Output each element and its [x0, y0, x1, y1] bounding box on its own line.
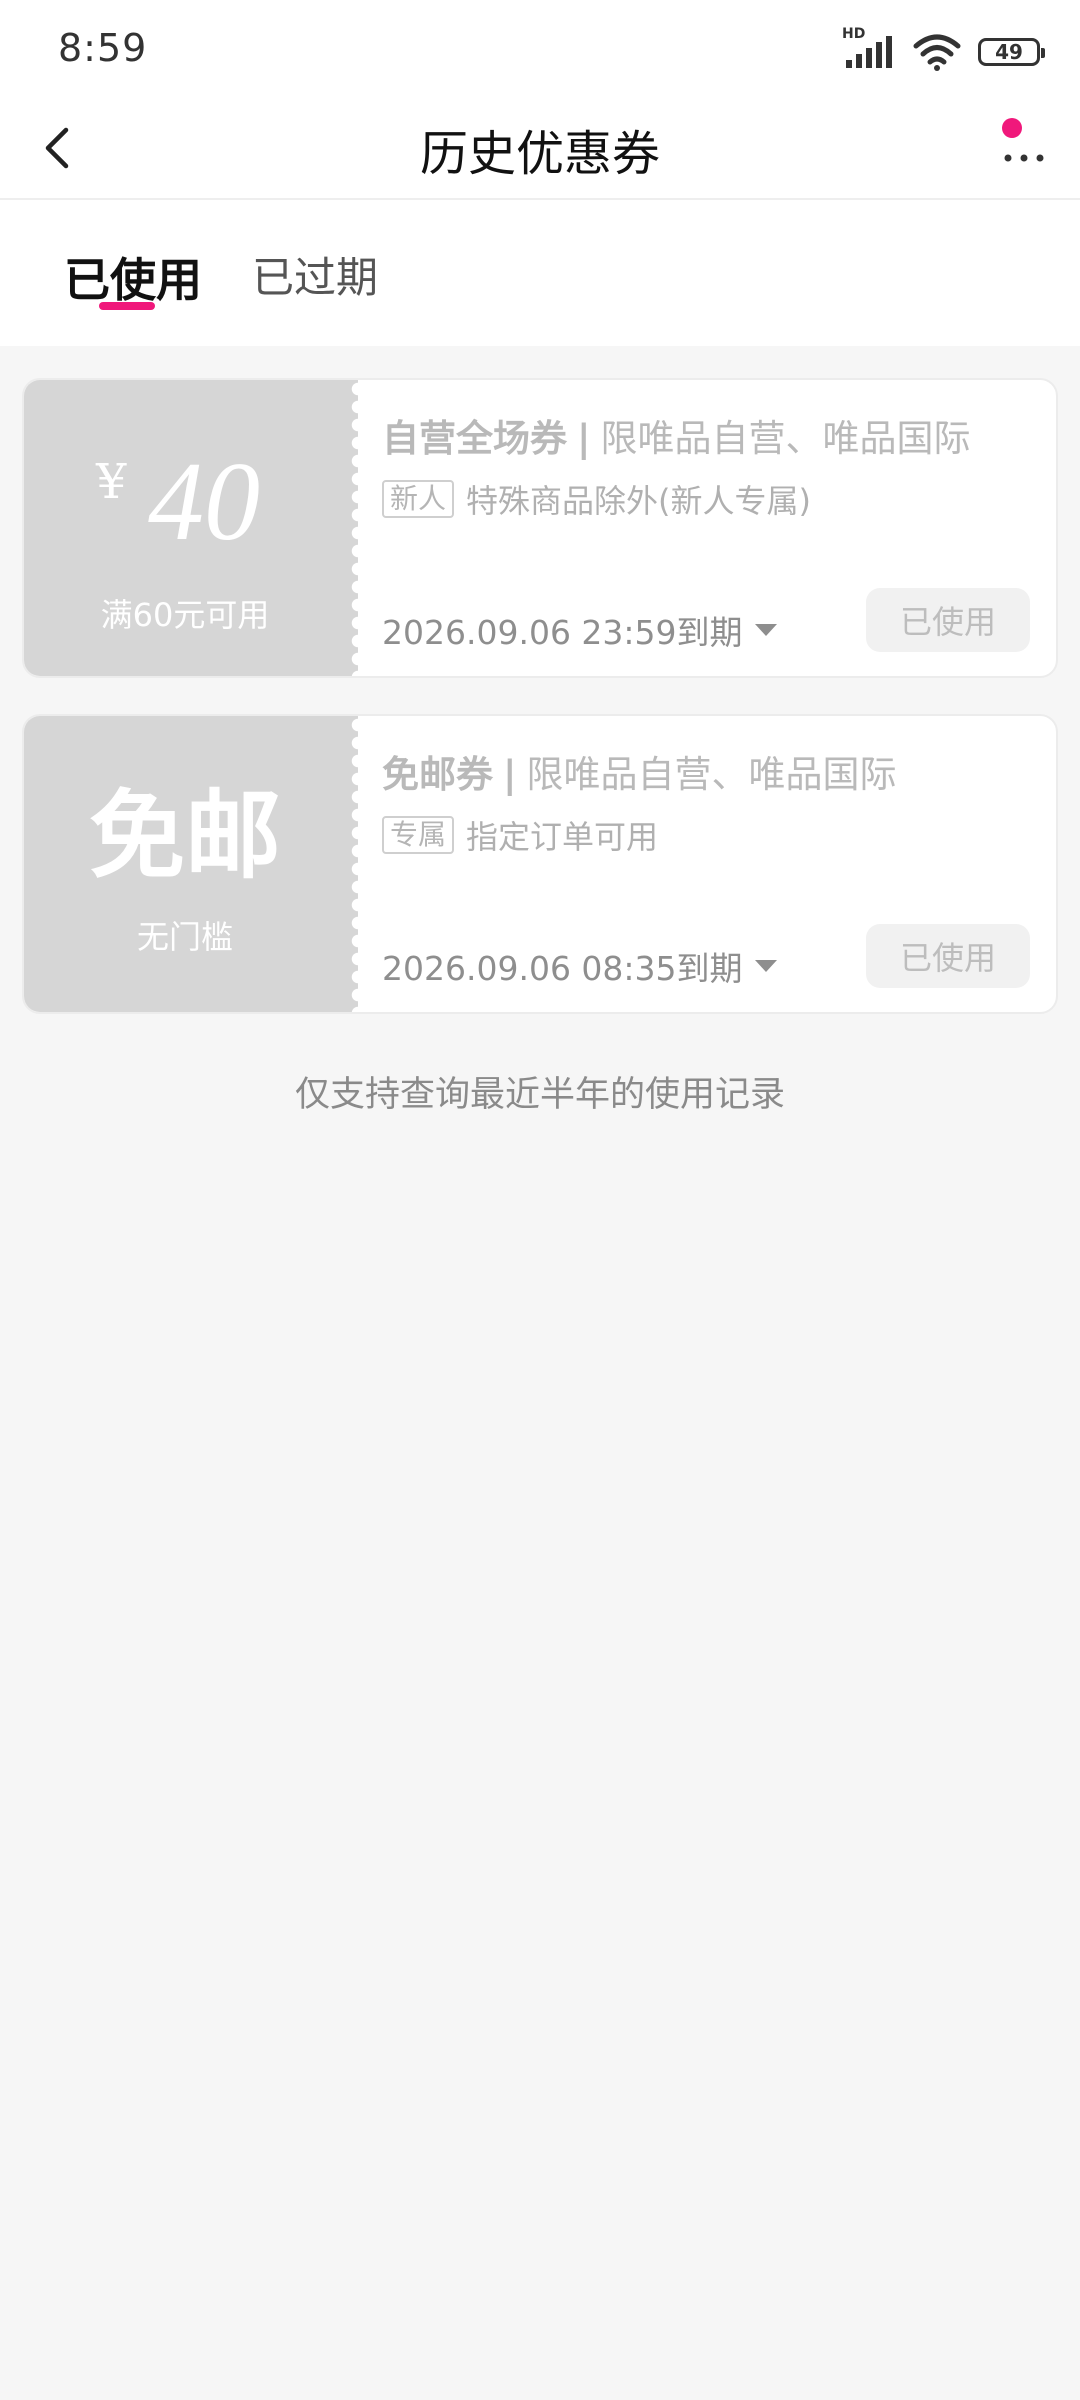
- battery-icon: 49: [978, 38, 1045, 66]
- tab-bar: 已使用 已过期: [0, 200, 1080, 346]
- expiry-text: 2026.09.06 23:59到期: [382, 613, 743, 652]
- title-separator: |: [503, 753, 517, 796]
- signal-icon: HD: [842, 26, 896, 72]
- coupon-condition: 满60元可用: [100, 596, 270, 634]
- perforation-edge: [346, 380, 358, 676]
- coupon-scope: 限唯品自营、唯品国际: [526, 753, 897, 796]
- expiry-text: 2026.09.06 08:35到期: [382, 949, 743, 988]
- page-title: 历史优惠券: [419, 126, 660, 182]
- status-icons: HD 49: [842, 26, 1045, 74]
- status-bar: 8:59 HD 49: [0, 0, 1080, 100]
- coupon-tag: 新人: [382, 479, 455, 519]
- perforation-edge: [346, 716, 358, 1012]
- status-time: 8:59: [58, 26, 148, 70]
- currency-symbol: ¥: [96, 454, 127, 510]
- coupon-title: 免邮券 | 限唯品自营、唯品国际: [382, 744, 897, 798]
- used-status-button[interactable]: 已使用: [866, 924, 1030, 988]
- coupon-card[interactable]: 免邮 无门槛 免邮券 | 限唯品自营、唯品国际 专属 指定订单可用 2026.09.…: [22, 714, 1058, 1014]
- wifi-icon: [913, 34, 961, 71]
- coupon-condition: 无门槛: [136, 918, 233, 956]
- coupon-expiry[interactable]: 2026.09.06 08:35到期: [382, 942, 777, 990]
- coupon-description: 特殊商品除外(新人专属): [466, 482, 811, 520]
- title-separator: |: [577, 417, 591, 460]
- coupon-tag-row: 专属 指定订单可用: [382, 812, 658, 858]
- used-status-button[interactable]: 已使用: [866, 588, 1030, 652]
- coupon-tag: 专属: [382, 815, 455, 855]
- free-shipping-label: 免邮: [89, 780, 281, 892]
- notification-dot: [1002, 118, 1022, 138]
- coupon-value-panel: ¥ 40 满60元可用: [24, 380, 346, 676]
- coupon-tag-row: 新人 特殊商品除外(新人专属): [382, 476, 811, 522]
- battery-level: 49: [995, 40, 1023, 64]
- coupon-title: 自营全场券 | 限唯品自营、唯品国际: [382, 408, 971, 462]
- tab-used[interactable]: 已使用: [64, 244, 202, 310]
- tab-expired[interactable]: 已过期: [252, 244, 378, 305]
- more-button[interactable]: [994, 118, 1054, 178]
- active-tab-indicator: [99, 302, 155, 310]
- hd-label: HD: [842, 26, 866, 42]
- history-note: 仅支持查询最近半年的使用记录: [294, 1075, 785, 1115]
- coupon-amount: 40: [148, 440, 260, 564]
- coupon-name: 免邮券: [382, 753, 493, 796]
- nav-bar: 历史优惠券: [0, 100, 1080, 200]
- coupon-value-panel: 免邮 无门槛: [24, 716, 346, 1012]
- coupon-scope: 限唯品自营、唯品国际: [600, 417, 971, 460]
- caret-down-icon: [754, 960, 777, 972]
- coupon-card[interactable]: ¥ 40 满60元可用 自营全场券 | 限唯品自营、唯品国际 新人 特殊商品除外(新…: [22, 378, 1058, 678]
- caret-down-icon: [754, 624, 777, 636]
- coupon-expiry[interactable]: 2026.09.06 23:59到期: [382, 606, 777, 654]
- coupon-name: 自营全场券: [382, 417, 567, 460]
- coupon-description: 指定订单可用: [466, 818, 659, 856]
